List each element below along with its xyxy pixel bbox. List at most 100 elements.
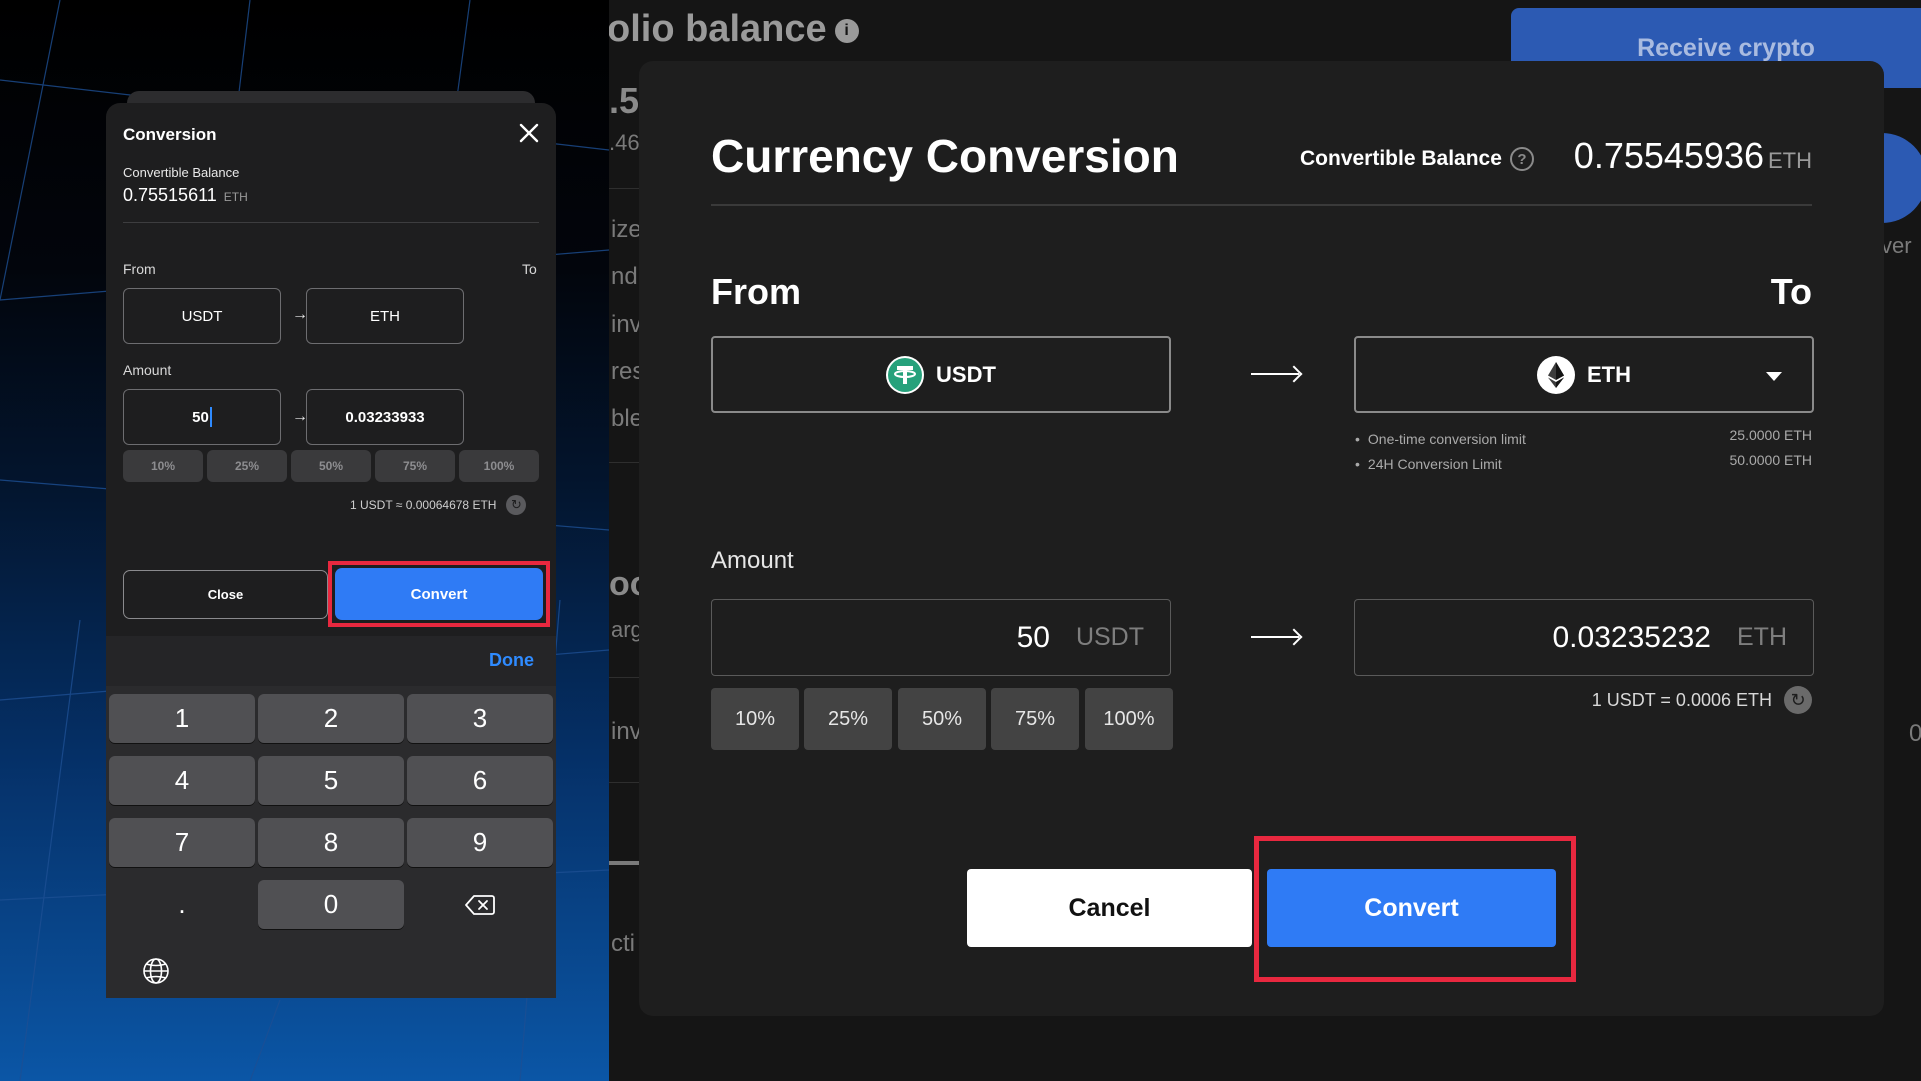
amount-value: 50 [1016,620,1050,654]
divider [711,204,1812,206]
text-cursor [209,407,212,427]
bg-divider [609,188,639,189]
from-label: From [123,261,156,277]
modal-title: Currency Conversion [711,130,1179,182]
percent-50-button[interactable]: 50% [898,688,986,750]
from-currency-select[interactable]: USDT [711,336,1171,413]
backspace-key[interactable] [407,880,553,929]
key-decimal[interactable]: . [109,880,255,929]
balance-amount: 0.75545936 [1573,135,1764,176]
key-2[interactable]: 2 [258,694,404,743]
percent-25-button[interactable]: 25% [804,688,892,750]
percent-75-button[interactable]: 75% [991,688,1079,750]
to-label: To [1770,271,1812,312]
portfolio-balance-title: olio balance i [609,8,859,51]
to-currency-select[interactable]: ETH [306,288,464,344]
to-currency-label: ETH [1587,361,1631,387]
percent-75-button[interactable]: 75% [375,450,455,482]
to-label: To [522,261,537,277]
from-label: From [711,271,801,312]
bg-fragment: cti [611,930,635,957]
sheet-title: Conversion [123,125,217,144]
arrow-right-icon [1251,373,1299,375]
amount-input[interactable]: 50 [123,389,281,445]
converted-amount-field: 0.03233933 [306,389,464,445]
help-icon[interactable]: ? [1509,147,1534,171]
converted-value: 0.03235232 [1552,620,1712,654]
refresh-icon[interactable]: ↻ [506,495,527,515]
bg-divider [609,462,639,463]
cancel-button[interactable]: Cancel [967,869,1252,947]
bg-fragment: 0 [1909,720,1921,747]
bg-fragment: .5 [609,80,640,121]
arrow-right-icon [1251,636,1299,638]
highlight-box [328,561,550,627]
bg-fragment: inv [611,718,642,745]
info-icon: i [834,18,859,43]
backspace-icon [465,894,495,915]
percent-100-button[interactable]: 100% [459,450,539,482]
balance-unit: ETH [1768,148,1812,173]
amount-input[interactable]: 50 USDT [711,599,1171,676]
bg-tab-indicator [609,861,639,865]
from-currency-label: USDT [936,361,996,387]
bg-fragment: inv [611,311,642,338]
key-6[interactable]: 6 [407,756,553,805]
rate-text: 1 USDT = 0.0006 ETH [1591,689,1772,710]
amount-label: Amount [711,547,794,574]
numeric-keyboard: Done 1 2 3 4 5 6 7 8 9 . 0 [106,636,556,998]
globe-icon[interactable] [141,956,171,986]
from-currency-select[interactable]: USDT [123,288,281,344]
bg-fragment: ver [1881,233,1912,258]
percent-100-button[interactable]: 100% [1085,688,1173,750]
convertible-balance-label: Convertible Balance ? [1300,147,1534,171]
keyboard-toolbar: Done [106,636,556,686]
amount-label: Amount [123,362,172,378]
to-currency-select[interactable]: ETH [1354,336,1814,413]
percent-10-button[interactable]: 10% [711,688,799,750]
percent-10-button[interactable]: 10% [123,450,203,482]
key-4[interactable]: 4 [109,756,255,805]
balance-unit: ETH [223,190,248,204]
exchange-rate: 1 USDT ≈ 0.00064678 ETH ↻ [350,495,527,515]
bg-fragment: ize [611,216,642,243]
bg-fragment: .46 [609,130,640,155]
tether-icon [886,355,925,394]
key-1[interactable]: 1 [109,694,255,743]
bg-divider [609,677,639,678]
balance-amount: 0.75515611 [123,185,217,205]
key-9[interactable]: 9 [407,818,553,867]
chevron-down-icon [1766,372,1782,381]
balance-label-text: Convertible Balance [1300,147,1502,170]
refresh-icon[interactable]: ↻ [1784,686,1812,714]
converted-amount-field: 0.03235232 ETH [1354,599,1814,676]
amount-unit: USDT [1075,623,1144,651]
currency-conversion-modal: Currency Conversion Convertible Balance … [639,61,1884,1016]
convertible-balance: 0.75545936 ETH [1574,135,1812,177]
limit-label: 24H Conversion Limit [1355,456,1502,472]
balance-label: Convertible Balance [123,165,240,180]
ethereum-icon [1537,355,1575,394]
percent-50-button[interactable]: 50% [291,450,371,482]
limit-value: 50.0000 ETH [1729,452,1813,468]
mobile-conversion-sheet: Conversion Convertible Balance 0.7551561… [106,103,556,636]
portfolio-title-text: olio balance [609,8,827,50]
key-7[interactable]: 7 [109,818,255,867]
key-0[interactable]: 0 [258,880,404,929]
highlight-box [1254,836,1576,982]
exchange-rate: 1 USDT = 0.0006 ETH ↻ [1592,686,1812,714]
limit-value: 25.0000 ETH [1729,427,1813,443]
close-button[interactable]: Close [123,570,328,619]
bg-divider [609,782,639,783]
close-icon[interactable] [514,118,544,148]
key-5[interactable]: 5 [258,756,404,805]
divider [123,222,539,223]
rate-text: 1 USDT ≈ 0.00064678 ETH [350,498,497,512]
limit-label: One-time conversion limit [1355,431,1526,447]
amount-value: 50 [192,408,209,426]
converted-unit: ETH [1737,623,1787,651]
key-8[interactable]: 8 [258,818,404,867]
done-button[interactable]: Done [489,650,534,671]
key-3[interactable]: 3 [407,694,553,743]
percent-25-button[interactable]: 25% [207,450,287,482]
